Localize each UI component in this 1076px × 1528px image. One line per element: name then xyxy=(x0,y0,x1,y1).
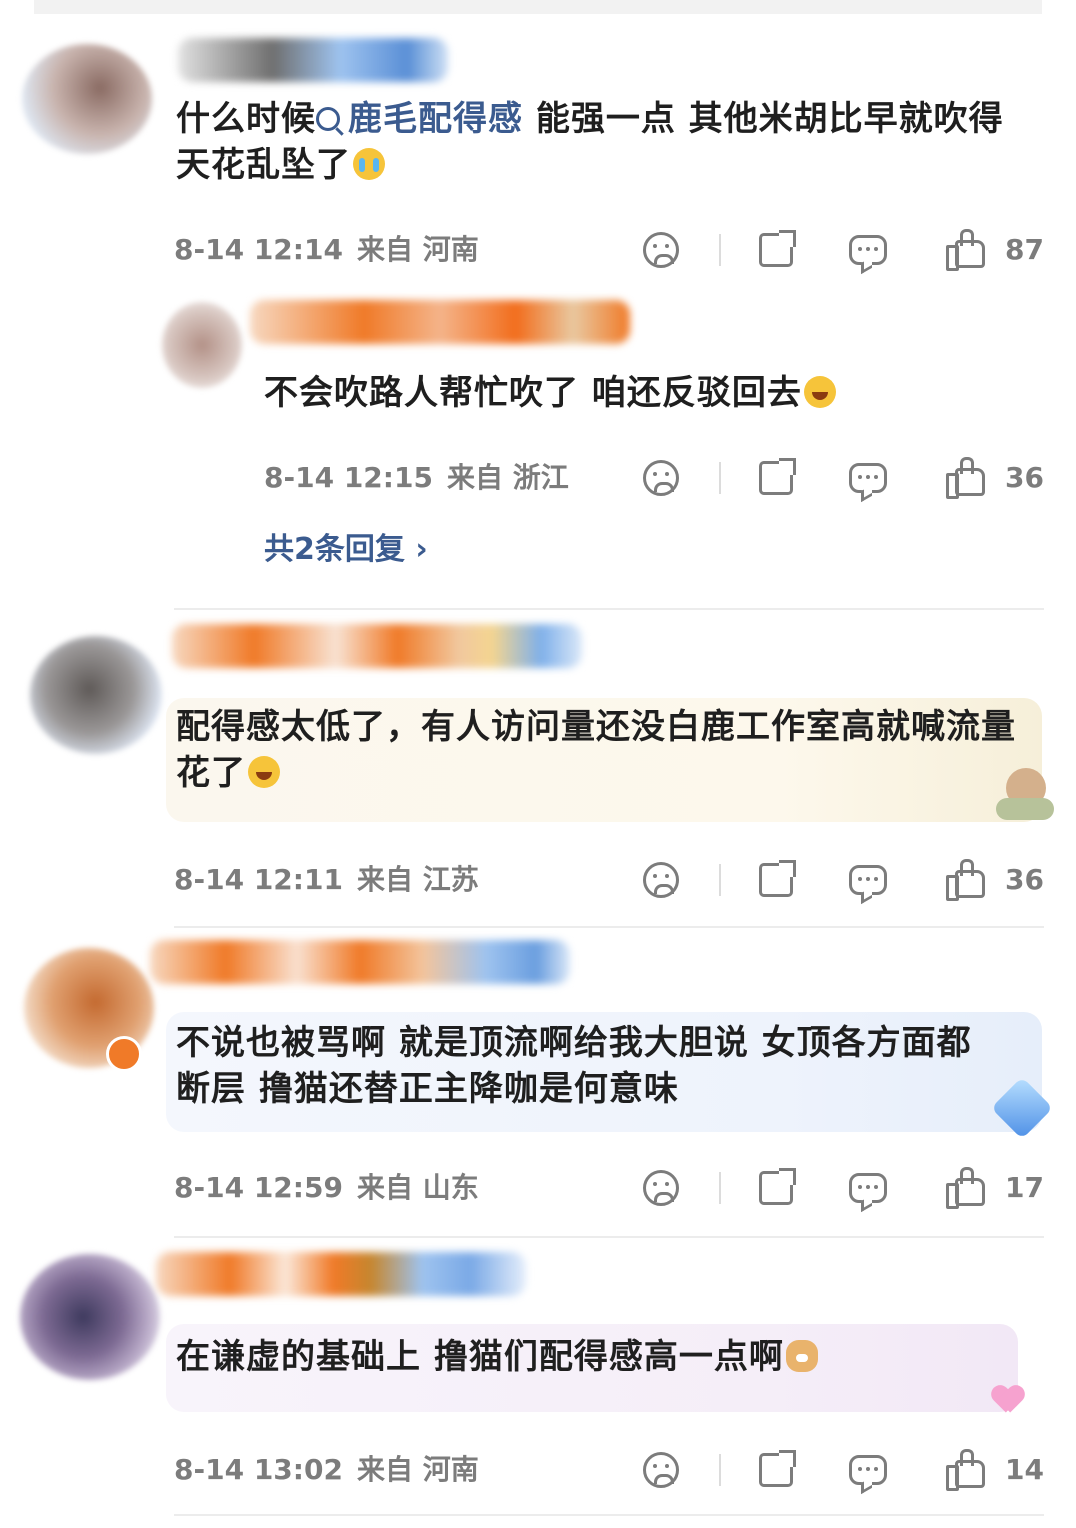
thumbs-up-icon[interactable] xyxy=(946,1167,986,1209)
timestamp: 8-14 13:02 xyxy=(174,1453,343,1486)
username-redacted[interactable] xyxy=(250,300,630,344)
comment-bubble-icon[interactable] xyxy=(849,865,888,895)
timestamp: 8-14 12:14 xyxy=(174,233,343,266)
like-button[interactable]: 36 xyxy=(946,457,1044,499)
avatar[interactable] xyxy=(22,44,152,154)
divider xyxy=(719,864,722,896)
divider xyxy=(719,1172,722,1204)
timestamp: 8-14 12:59 xyxy=(174,1171,343,1204)
like-count: 14 xyxy=(1005,1453,1044,1486)
avatar[interactable] xyxy=(30,636,162,754)
divider xyxy=(719,462,722,494)
verified-badge-icon xyxy=(106,1036,142,1072)
location: 来自 河南 xyxy=(356,233,479,266)
comment-bubble-icon[interactable] xyxy=(849,463,888,493)
like-count: 87 xyxy=(1005,233,1044,266)
action-bar: 14 xyxy=(643,1449,1044,1491)
comment-divider xyxy=(174,926,1044,928)
share-icon[interactable] xyxy=(759,1450,797,1487)
location: 来自 山东 xyxy=(356,1171,479,1204)
comment-text: 配得感太低了，有人访问量还没白鹿工作室高就喊流量花了 xyxy=(176,707,1016,793)
comment-meta: 8-14 12:14 来自 河南 87 xyxy=(174,229,1044,271)
sad-face-icon[interactable] xyxy=(643,862,680,898)
divider xyxy=(719,1454,722,1486)
dog-face-emoji-icon xyxy=(785,1340,818,1372)
location: 来自 浙江 xyxy=(446,461,569,494)
laughing-tears-emoji-icon xyxy=(803,376,836,408)
topic-link[interactable]: 鹿毛配得感 xyxy=(316,99,523,139)
share-icon[interactable] xyxy=(759,860,797,897)
sad-face-icon[interactable] xyxy=(643,232,680,268)
action-bar: 36 xyxy=(643,859,1044,901)
action-bar: 36 xyxy=(643,457,1044,499)
thumbs-up-icon[interactable] xyxy=(946,859,986,901)
thumbs-up-icon[interactable] xyxy=(946,457,986,499)
loudly-crying-emoji-icon xyxy=(353,148,385,180)
laughing-tears-emoji-icon xyxy=(248,756,280,788)
avatar[interactable] xyxy=(20,1254,160,1380)
timestamp: 8-14 12:11 xyxy=(174,863,343,896)
comment-meta: 8-14 13:02 来自 河南 14 xyxy=(174,1449,1044,1491)
location: 来自 河南 xyxy=(356,1453,479,1486)
comment-bubble-icon[interactable] xyxy=(849,1455,888,1485)
comment-bubble-icon[interactable] xyxy=(849,1173,888,1203)
like-count: 17 xyxy=(1005,1171,1044,1204)
sad-face-icon[interactable] xyxy=(643,1452,680,1488)
share-icon[interactable] xyxy=(759,1168,797,1205)
username-redacted[interactable] xyxy=(156,1252,526,1296)
reply-meta: 8-14 12:15 来自 浙江 36 xyxy=(264,457,1044,499)
action-bar: 17 xyxy=(643,1167,1044,1209)
share-icon[interactable] xyxy=(759,230,797,267)
reply-text: 不会吹路人帮忙吹了 咱还反驳回去 xyxy=(264,370,1044,416)
thumbs-up-icon[interactable] xyxy=(946,1449,986,1491)
like-button[interactable]: 14 xyxy=(946,1449,1044,1491)
like-button[interactable]: 17 xyxy=(946,1167,1044,1209)
action-bar: 87 xyxy=(643,229,1044,271)
avatar[interactable] xyxy=(162,302,242,388)
comment-bubble-icon[interactable] xyxy=(849,235,888,265)
location: 来自 江苏 xyxy=(356,863,479,896)
username-redacted[interactable] xyxy=(178,38,448,82)
sad-face-icon[interactable] xyxy=(643,460,680,496)
comment-meta: 8-14 12:59 来自 山东 17 xyxy=(174,1167,1044,1209)
like-count: 36 xyxy=(1005,461,1044,494)
view-more-replies-link[interactable]: 共2条回复 › xyxy=(264,524,428,568)
comment-divider xyxy=(174,608,1044,610)
previous-item-bottom-edge xyxy=(34,0,1042,14)
share-icon[interactable] xyxy=(759,458,797,495)
like-button[interactable]: 36 xyxy=(946,859,1044,901)
thumbs-up-icon[interactable] xyxy=(946,229,986,271)
sad-face-icon[interactable] xyxy=(643,1170,680,1206)
comment-text: 什么时候 鹿毛配得感 能强一点 其他米胡比早就吹得天花乱坠了 xyxy=(176,99,1004,185)
comment-text: 不说也被骂啊 就是顶流啊给我大胆说 女顶各方面都断层 撸猫还替正主降咖是何意味 xyxy=(176,1023,972,1109)
search-icon xyxy=(316,107,340,131)
username-redacted[interactable] xyxy=(172,624,582,668)
heart-sticker-icon xyxy=(987,1378,1030,1414)
comment-divider xyxy=(174,1514,1044,1516)
comment-meta: 8-14 12:11 来自 江苏 36 xyxy=(174,859,1044,901)
timestamp: 8-14 12:15 xyxy=(264,461,433,494)
divider xyxy=(719,234,722,266)
username-redacted[interactable] xyxy=(150,940,570,984)
comment-divider xyxy=(174,1236,1044,1238)
like-button[interactable]: 87 xyxy=(946,229,1044,271)
comment-text: 在谦虚的基础上 撸猫们配得感高一点啊 xyxy=(176,1334,996,1380)
like-count: 36 xyxy=(1005,863,1044,896)
